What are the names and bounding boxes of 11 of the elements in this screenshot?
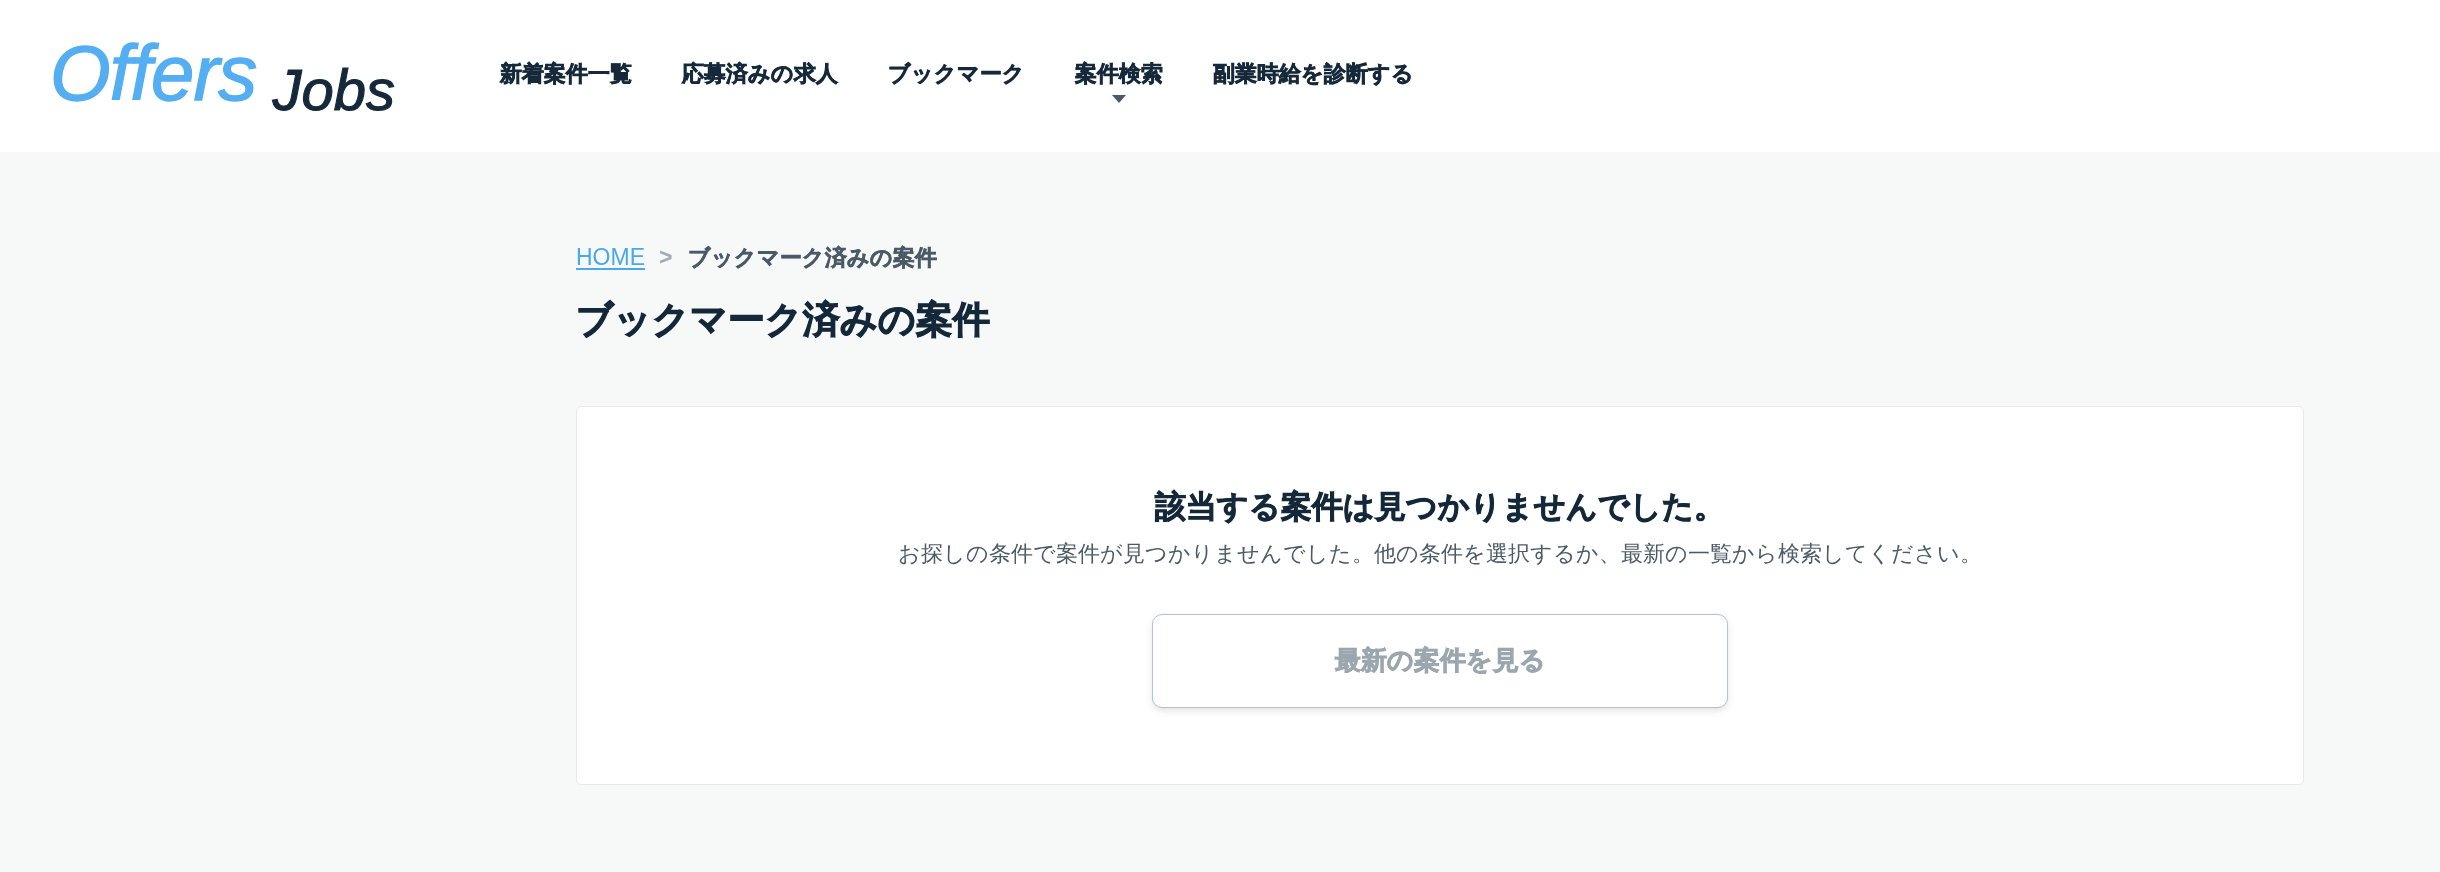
empty-state-heading: 該当する案件は見つかりませんでした。 — [1155, 487, 1725, 526]
breadcrumb-current: ブックマーク済みの案件 — [688, 244, 938, 271]
empty-state-message: お探しの条件で案件が見つかりませんでした。他の条件を選択するか、最新の一覧から検索してください。 — [898, 540, 1982, 568]
logo[interactable]: Offers Jobs — [50, 34, 395, 118]
breadcrumb-separator: > — [659, 244, 673, 272]
nav-link[interactable]: ブックマーク — [888, 60, 1025, 88]
nav-link[interactable]: 応募済みの求人 — [682, 60, 838, 88]
nav-link[interactable]: 新着案件一覧 — [500, 60, 632, 88]
nav-link[interactable]: 副業時給を診断する — [1213, 60, 1414, 88]
page-title: ブックマーク済みの案件 — [576, 297, 991, 342]
nav-link[interactable]: 案件検索 — [1075, 60, 1163, 104]
